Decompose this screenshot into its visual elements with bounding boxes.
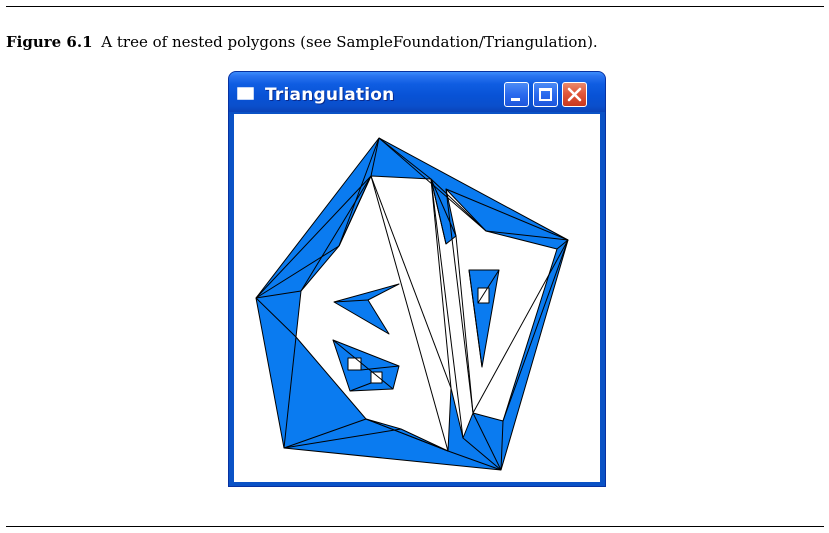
bottom-rule [6, 526, 824, 527]
title-bar[interactable]: Triangulation [229, 72, 605, 112]
triangulation-drawing [255, 137, 569, 471]
close-button[interactable] [562, 82, 587, 107]
figure-caption-text: A tree of nested polygons (see SampleFou… [101, 33, 598, 51]
triangulation-window: Triangulation [228, 71, 606, 487]
figure-caption: Figure 6.1 A tree of nested polygons (se… [6, 33, 598, 51]
inner-quad [333, 283, 400, 335]
figure-label: Figure 6.1 [6, 33, 93, 51]
maximize-button[interactable] [533, 82, 558, 107]
canvas-area [234, 114, 600, 482]
minimize-button[interactable] [504, 82, 529, 107]
minimize-icon [511, 98, 520, 101]
right-wedge [468, 269, 500, 368]
window-icon [237, 87, 254, 100]
outer-polygon [255, 137, 569, 471]
window-title: Triangulation [265, 85, 395, 105]
maximize-icon [539, 88, 552, 101]
close-icon [567, 87, 582, 102]
top-rule [6, 6, 824, 7]
